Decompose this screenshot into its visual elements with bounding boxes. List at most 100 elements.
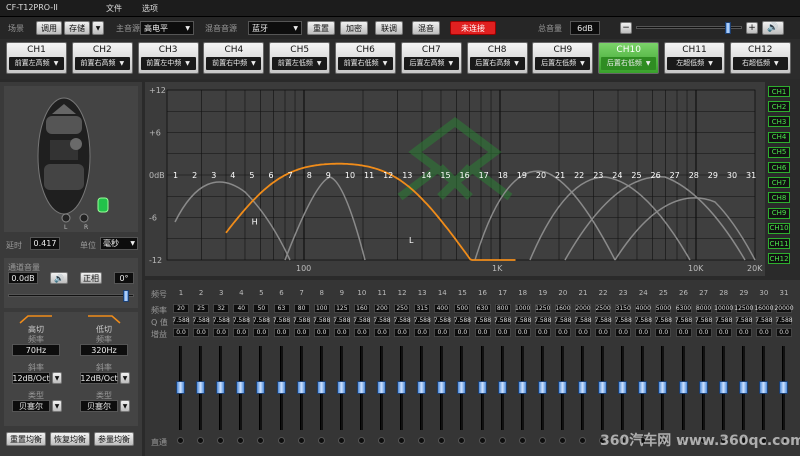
band-bypass-toggle[interactable] [177,437,184,444]
band-gain-input[interactable]: 0.0 [575,328,591,337]
band-gain-slider-handle[interactable] [758,381,768,394]
menu-options[interactable]: 选项 [142,3,158,14]
band-gain-slider-handle[interactable] [698,381,708,394]
lp-freq-input[interactable]: 320Hz [80,344,128,356]
band-freq-input[interactable]: 25 [193,304,210,313]
channel-button-ch4[interactable]: CH4 前置右中频 ▼ [203,42,265,74]
band-gain-slider-handle[interactable] [638,381,648,394]
band-q-input[interactable]: 7.588 [454,316,471,325]
band-q-input[interactable]: 7.588 [333,316,350,325]
lp-type-select[interactable]: 贝塞尔 [80,400,118,412]
channel-tag-ch10[interactable]: CH10 [768,222,790,234]
band-q-input[interactable]: 7.588 [414,316,431,325]
band-freq-input[interactable]: 4000 [635,304,652,313]
band-gain-slider-handle[interactable] [598,381,608,394]
band-bypass-toggle[interactable] [297,437,305,444]
band-bypass-toggle[interactable] [418,437,426,444]
band-bypass-toggle[interactable] [257,437,265,444]
band-gain-slider-handle[interactable] [176,381,185,394]
band-q-input[interactable]: 7.588 [775,316,793,325]
band-gain-input[interactable]: 0.0 [374,328,390,337]
channel-button-ch5[interactable]: CH5 前置左低频 ▼ [269,42,331,74]
band-gain-input[interactable]: 0.0 [615,328,632,337]
band-freq-input[interactable]: 20 [173,304,189,313]
hp-slope-select[interactable]: 12dB/Oct [12,372,50,384]
band-q-input[interactable]: 7.588 [735,316,752,325]
band-bypass-toggle[interactable] [277,437,285,444]
channel-tag-ch8[interactable]: CH8 [768,192,790,204]
band-bypass-toggle[interactable] [478,437,486,444]
channel-tag-ch6[interactable]: CH6 [768,162,790,173]
band-gain-input[interactable]: 0.0 [233,328,250,337]
hp-type-select[interactable]: 贝塞尔 [12,400,50,412]
load-button[interactable]: 调用 [36,21,62,35]
band-freq-input[interactable]: 2000 [575,304,591,313]
band-q-input[interactable]: 7.588 [715,316,732,325]
band-gain-input[interactable]: 0.0 [193,328,210,337]
band-gain-slider-handle[interactable] [336,381,346,394]
channel-button-ch8[interactable]: CH8 后置右高频 ▼ [466,42,528,74]
band-gain-input[interactable]: 0.0 [173,328,189,337]
band-gain-input[interactable]: 0.0 [514,328,531,337]
band-q-input[interactable]: 7.588 [213,316,230,325]
band-gain-input[interactable]: 0.0 [414,328,431,337]
band-freq-input[interactable]: 10000 [714,304,733,313]
band-q-input[interactable]: 7.588 [293,316,310,325]
band-bypass-toggle[interactable] [357,437,365,444]
band-q-input[interactable]: 7.588 [695,316,712,325]
band-gain-slider-handle[interactable] [417,381,427,394]
hp-freq-input[interactable]: 70Hz [12,344,60,356]
band-q-input[interactable]: 7.588 [595,316,612,325]
channel-role-dropdown[interactable]: 后置左低频 ▼ [535,57,591,70]
band-q-input[interactable]: 7.588 [514,316,531,325]
band-gain-slider-handle[interactable] [557,381,567,394]
channel-role-dropdown[interactable]: 后置左高频 ▼ [403,57,459,70]
band-gain-slider-handle[interactable] [216,381,226,394]
band-q-input[interactable]: 7.588 [313,316,330,325]
channel-tag-ch1[interactable]: CH1 [768,86,790,97]
band-freq-input[interactable]: 12500 [734,304,753,313]
delay-input[interactable]: 0.417 [30,237,60,250]
total-volume-slider-handle[interactable] [725,22,731,34]
band-freq-input[interactable]: 2500 [595,304,612,313]
band-gain-input[interactable]: 0.0 [313,328,330,337]
band-gain-input[interactable]: 0.0 [474,328,491,337]
parametric-eq-button[interactable]: 参量均衡 [94,432,134,446]
band-gain-input[interactable]: 0.0 [554,328,571,337]
band-gain-input[interactable]: 0.0 [434,328,451,337]
channel-tag-ch2[interactable]: CH2 [768,101,790,113]
band-q-input[interactable]: 7.588 [574,316,592,325]
band-q-input[interactable]: 7.588 [615,316,632,325]
channel-mute-button[interactable]: 🔊 [50,272,68,284]
band-gain-slider-handle[interactable] [477,381,487,394]
band-gain-slider-handle[interactable] [356,381,366,394]
band-freq-input[interactable]: 6300 [675,304,692,313]
band-gain-input[interactable]: 0.0 [293,328,310,337]
band-gain-input[interactable]: 0.0 [353,328,370,337]
channel-tag-ch9[interactable]: CH9 [768,207,790,219]
band-freq-input[interactable]: 5000 [655,304,672,313]
band-q-input[interactable]: 7.588 [474,316,491,325]
band-freq-input[interactable]: 1250 [534,304,551,313]
band-gain-slider-handle[interactable] [316,381,326,394]
band-gain-input[interactable]: 0.0 [755,328,772,337]
total-volume-slider[interactable] [636,22,742,34]
band-gain-input[interactable]: 0.0 [695,328,712,337]
band-freq-input[interactable]: 500 [454,304,471,313]
channel-button-ch2[interactable]: CH2 前置右高频 ▼ [71,42,133,74]
band-gain-slider-handle[interactable] [779,381,788,394]
channel-tag-ch5[interactable]: CH5 [768,146,790,158]
band-gain-input[interactable]: 0.0 [454,328,471,337]
channel-role-dropdown[interactable]: 前置左高频 ▼ [9,57,64,70]
band-freq-input[interactable]: 40 [233,304,250,313]
encrypt-button[interactable]: 加密 [340,21,368,35]
band-q-input[interactable]: 7.588 [655,316,672,325]
band-q-input[interactable]: 7.588 [394,316,411,325]
band-gain-slider-handle[interactable] [397,381,407,394]
band-gain-slider-handle[interactable] [296,381,306,394]
channel-role-dropdown[interactable]: 前置右高频 ▼ [74,57,130,70]
band-gain-slider-handle[interactable] [578,381,587,394]
band-q-input[interactable]: 7.588 [253,316,270,325]
channel-tag-ch7[interactable]: CH7 [768,177,790,189]
band-gain-slider-handle[interactable] [236,381,246,394]
